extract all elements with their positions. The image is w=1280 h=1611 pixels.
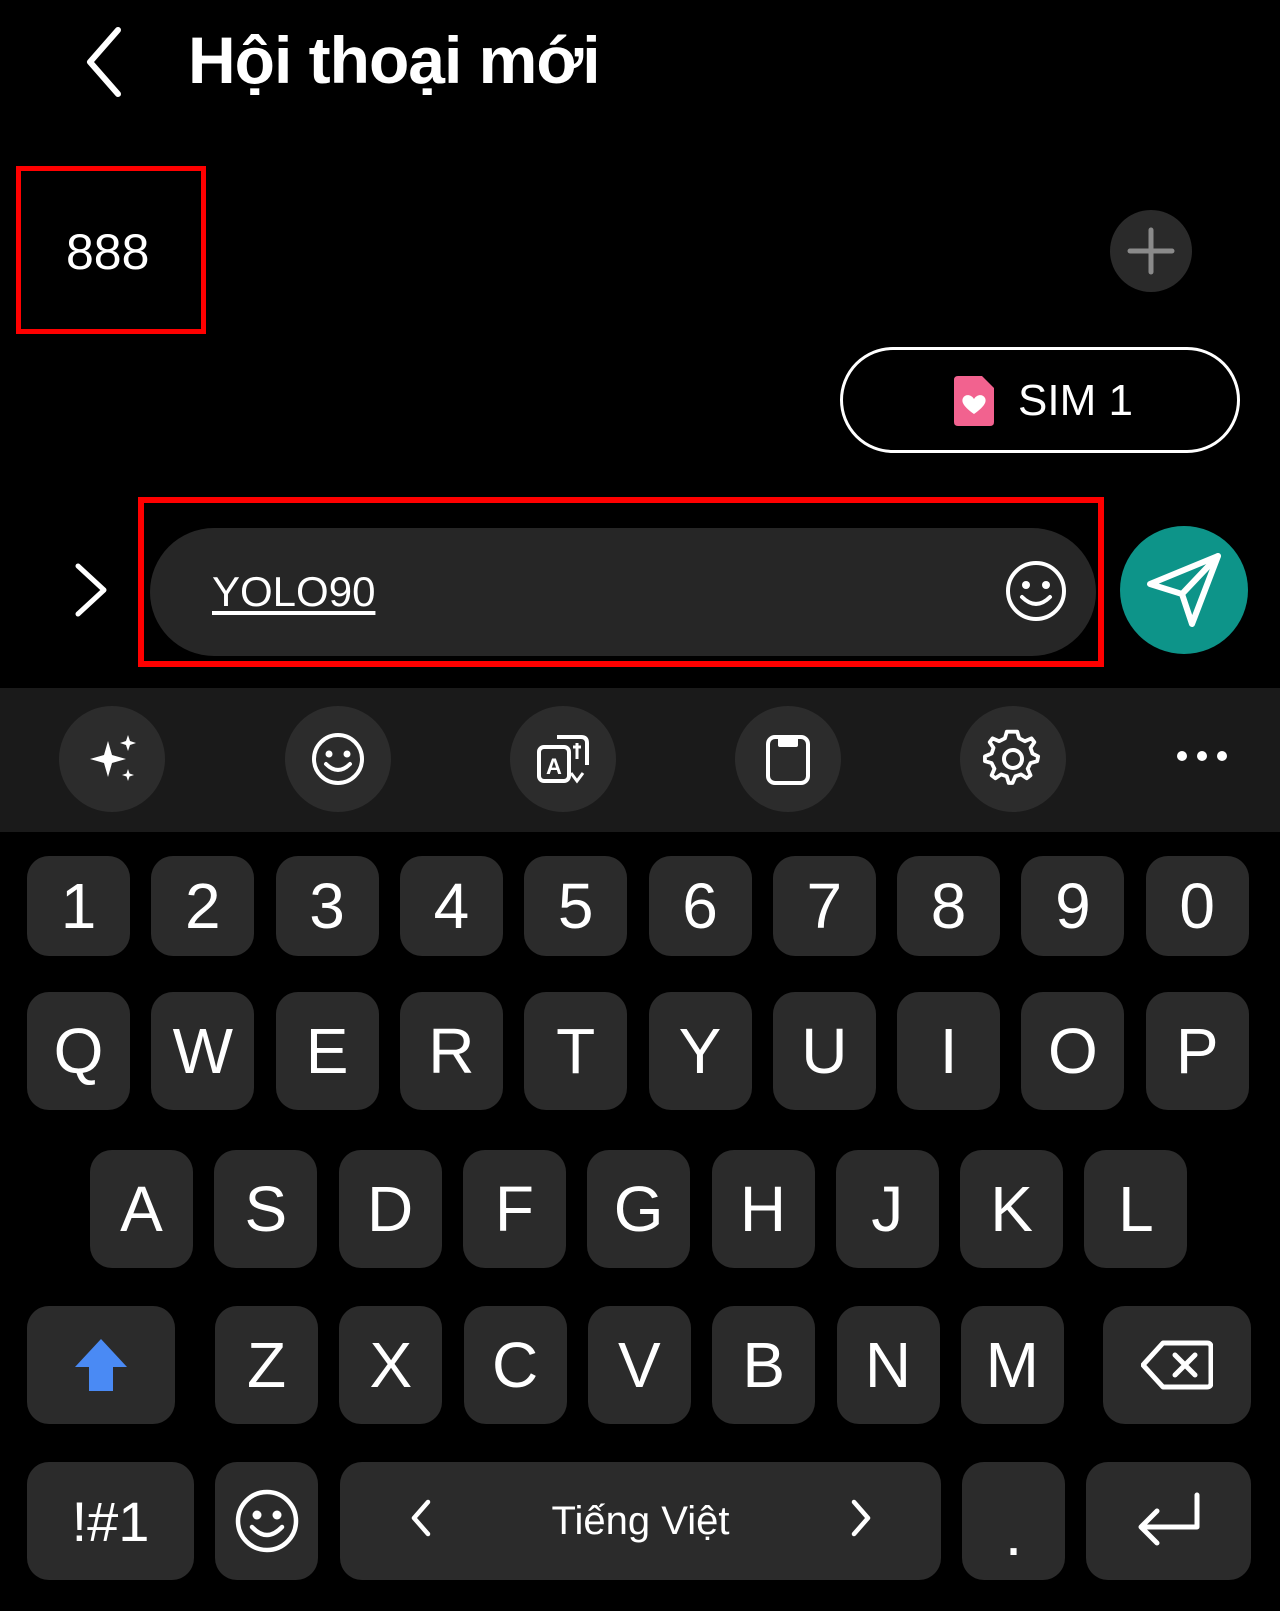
letter-key[interactable]: V — [587, 1306, 691, 1424]
backspace-key[interactable] — [1103, 1306, 1251, 1424]
letter-key[interactable]: K — [960, 1150, 1064, 1268]
space-language-label: Tiếng Việt — [551, 1498, 730, 1543]
letter-key[interactable]: P — [1145, 992, 1249, 1110]
add-recipient-button[interactable] — [1110, 210, 1192, 292]
letter-key[interactable]: S — [214, 1150, 318, 1268]
emoji-icon — [312, 733, 364, 785]
number-key[interactable]: 6 — [648, 856, 752, 956]
number-key[interactable]: 5 — [524, 856, 628, 956]
emoji-key[interactable] — [215, 1462, 318, 1580]
letter-key[interactable]: D — [338, 1150, 442, 1268]
letter-key[interactable]: E — [275, 992, 379, 1110]
letter-key[interactable]: C — [463, 1306, 567, 1424]
letter-key[interactable]: F — [462, 1150, 566, 1268]
letter-key[interactable]: W — [151, 992, 255, 1110]
back-button[interactable] — [82, 22, 132, 102]
number-key[interactable]: 8 — [897, 856, 1001, 956]
letter-key[interactable]: Y — [648, 992, 752, 1110]
number-key[interactable]: 9 — [1021, 856, 1125, 956]
more-horizontal-icon — [1177, 751, 1227, 761]
ai-tools-button[interactable] — [59, 706, 165, 812]
letter-key[interactable]: R — [399, 992, 503, 1110]
chevron-left-icon — [411, 1499, 431, 1537]
letter-key[interactable]: X — [339, 1306, 443, 1424]
symbols-key[interactable]: !#1 — [27, 1462, 194, 1580]
sparkle-ai-icon — [90, 735, 136, 781]
more-options-button[interactable] — [1172, 736, 1232, 776]
letter-key[interactable]: I — [897, 992, 1001, 1110]
enter-return-icon — [1138, 1492, 1199, 1546]
clipboard-button[interactable] — [735, 706, 841, 812]
expand-options-button[interactable] — [66, 560, 114, 620]
letter-key[interactable]: M — [960, 1306, 1064, 1424]
letter-key[interactable]: B — [712, 1306, 816, 1424]
letter-key[interactable]: H — [711, 1150, 815, 1268]
letter-key[interactable]: L — [1084, 1150, 1188, 1268]
emoji-toolbar-button[interactable] — [285, 706, 391, 812]
keyboard-toolbar — [0, 688, 1280, 832]
send-icon — [1147, 553, 1221, 627]
letter-key[interactable]: U — [772, 992, 876, 1110]
translate-icon: A — [537, 735, 589, 784]
chevron-right-icon — [851, 1499, 871, 1537]
sim-label: SIM 1 — [1018, 376, 1133, 425]
page-title: Hội thoại mới — [188, 23, 601, 97]
number-key[interactable]: 2 — [151, 856, 255, 956]
svg-text:A: A — [546, 754, 562, 779]
period-key[interactable]: . — [962, 1462, 1065, 1580]
letter-key[interactable]: J — [835, 1150, 939, 1268]
letter-key[interactable]: Q — [27, 992, 130, 1110]
letter-key[interactable]: Z — [215, 1306, 318, 1424]
number-key[interactable]: 0 — [1145, 856, 1249, 956]
letter-key[interactable]: G — [587, 1150, 691, 1268]
keyboard-settings-button[interactable] — [960, 706, 1066, 812]
number-key[interactable]: 7 — [772, 856, 876, 956]
emoji-icon — [235, 1489, 298, 1553]
letter-key[interactable]: O — [1021, 992, 1125, 1110]
sim-card-heart-icon — [950, 374, 998, 428]
send-button[interactable] — [1120, 526, 1248, 654]
letter-key[interactable]: N — [836, 1306, 940, 1424]
shift-key[interactable] — [27, 1306, 175, 1424]
number-key[interactable]: 1 — [27, 856, 130, 956]
message-text: YOLO90 — [212, 568, 376, 615]
backspace-icon — [1141, 1340, 1213, 1390]
number-key[interactable]: 3 — [275, 856, 379, 956]
number-key[interactable]: 4 — [399, 856, 503, 956]
enter-key[interactable] — [1086, 1462, 1251, 1580]
recipient-number[interactable]: 888 — [66, 222, 149, 282]
plus-icon — [1127, 227, 1175, 275]
settings-gear-icon — [983, 729, 1041, 785]
shift-arrow-icon — [75, 1339, 127, 1391]
letter-key[interactable]: A — [90, 1150, 193, 1268]
emoji-icon — [1006, 561, 1066, 621]
chevron-right-icon — [75, 563, 107, 617]
letter-key[interactable]: T — [524, 992, 628, 1110]
emoji-picker-button[interactable] — [1004, 559, 1068, 623]
clipboard-icon — [766, 735, 810, 785]
translate-button[interactable]: A — [510, 706, 616, 812]
chevron-left-icon — [87, 27, 121, 97]
